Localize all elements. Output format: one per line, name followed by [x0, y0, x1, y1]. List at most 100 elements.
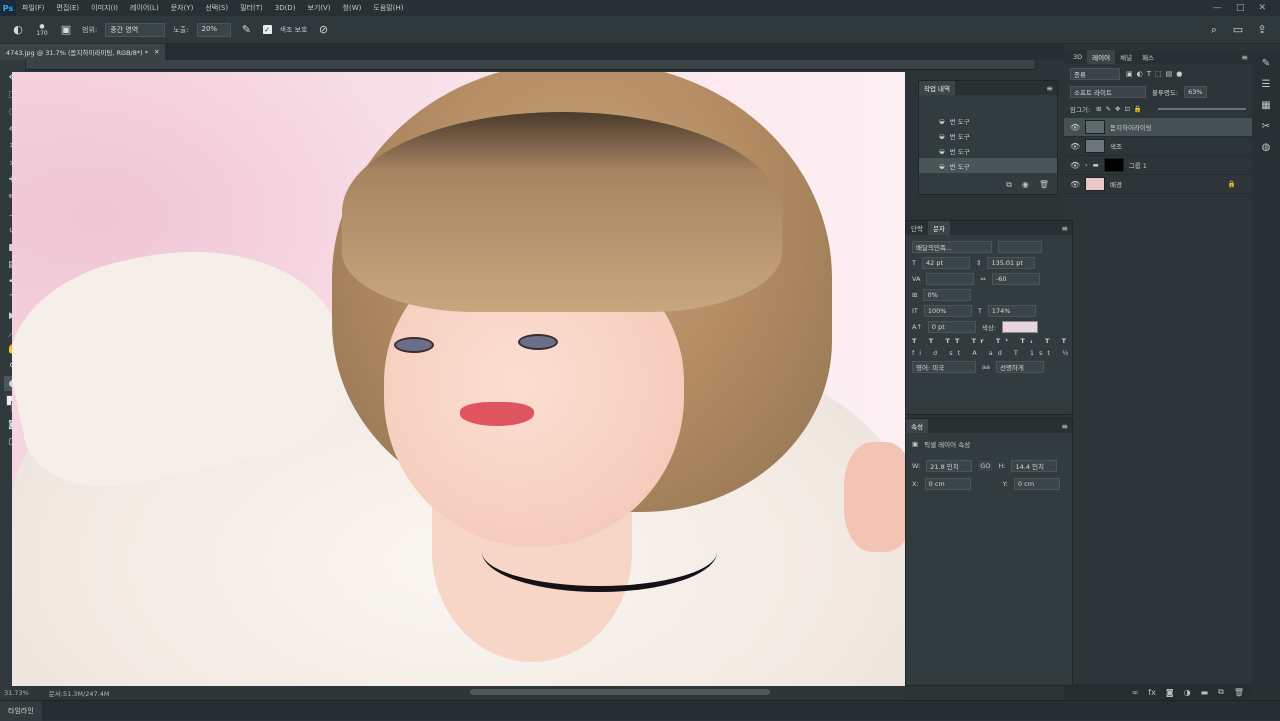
close-icon[interactable]: ✕	[154, 48, 159, 56]
layer-row-active[interactable]: 👁 돋지하이라이팅	[1064, 118, 1252, 137]
menu-edit[interactable]: 편집(E)	[50, 3, 85, 13]
leading-field[interactable]: 135.01 pt	[987, 257, 1036, 269]
blend-mode-select[interactable]: 소프트 라이트	[1070, 86, 1146, 98]
tracking-field[interactable]: -60	[991, 273, 1040, 285]
maximize-button[interactable]: □	[1236, 3, 1245, 13]
lock-icons[interactable]: ⊞✎✥⊡🔒	[1096, 105, 1146, 113]
kerning-icon: VA	[912, 275, 921, 283]
tab-history[interactable]: 작업 내역	[919, 81, 955, 95]
new-layer-icon[interactable]: ⧉	[1218, 687, 1224, 697]
adjustments-dock-icon[interactable]: ☰	[1262, 79, 1271, 90]
swatches-dock-icon[interactable]: ▦	[1261, 100, 1270, 111]
filter-icons[interactable]: ▣◐T⬚▤●	[1126, 70, 1186, 78]
menu-file[interactable]: 파일(F)	[16, 3, 50, 13]
airbrush-icon[interactable]: ✎	[239, 22, 255, 38]
history-item[interactable]: ◒ 번 도구	[919, 143, 1057, 158]
opacity-field[interactable]: 63%	[1184, 86, 1207, 98]
layer-row[interactable]: 👁 색조	[1064, 137, 1252, 156]
tab-channels[interactable]: 채널	[1115, 50, 1137, 64]
pressure-icon[interactable]: ⊘	[316, 22, 332, 38]
tab-layers[interactable]: 레이어	[1087, 50, 1116, 64]
eye-icon[interactable]: 👁	[1070, 142, 1080, 151]
link-dimensions-button[interactable]: GO	[978, 461, 993, 471]
language-select[interactable]: 영어: 미국	[912, 361, 976, 373]
x-field[interactable]: 0 cm	[924, 478, 971, 490]
workspace-icon[interactable]: ▭	[1230, 22, 1246, 38]
layer-row-background[interactable]: 👁 배경 🔒	[1064, 175, 1252, 194]
kerning-field[interactable]	[926, 273, 975, 285]
fx-icon[interactable]: fx	[1148, 688, 1156, 697]
menu-select[interactable]: 선택(S)	[199, 3, 234, 13]
menu-help[interactable]: 도움말(H)	[367, 3, 409, 13]
snapshot-icon[interactable]: ◉	[1022, 180, 1029, 190]
history-item[interactable]: ◒ 번 도구	[919, 128, 1057, 143]
chevron-right-icon[interactable]: ›	[1085, 161, 1088, 169]
history-item-active[interactable]: ◒ 번 도구	[919, 158, 1057, 173]
panel-menu-icon[interactable]: ≡	[1061, 422, 1072, 431]
libraries-dock-icon[interactable]: ◍	[1262, 142, 1271, 153]
layer-name: 배경	[1110, 181, 1122, 189]
faux-styles-buttons[interactable]: T T TT Tr T¹ T₁ T T	[912, 337, 1071, 345]
eye-icon[interactable]: 👁	[1070, 161, 1080, 170]
panel-menu-icon[interactable]: ≡	[1241, 53, 1252, 62]
brush-preset-picker[interactable]: ● 170	[34, 22, 50, 38]
opentype-buttons[interactable]: fi ơ st A ad T 1st ½	[912, 349, 1073, 357]
tab-properties[interactable]: 속성	[906, 419, 928, 433]
tab-character[interactable]: 문자	[927, 221, 950, 235]
brush-settings-dock-icon[interactable]: ✎	[1262, 58, 1270, 69]
search-icon[interactable]: ⌕	[1206, 22, 1222, 38]
range-select[interactable]: 중간 영역	[105, 22, 166, 37]
adjustment-icon[interactable]: ◑	[1184, 688, 1191, 697]
eye-icon[interactable]: 👁	[1070, 123, 1080, 132]
menu-type[interactable]: 문자(Y)	[165, 3, 200, 13]
group-mask-thumbnail	[1103, 158, 1124, 172]
tools-dock-icon[interactable]: ✂	[1262, 121, 1270, 132]
antialias-select[interactable]: 선명하게	[995, 361, 1044, 373]
document-tab[interactable]: 4743.jpg @ 31.7% (돋지하이라이팅, RGB/8*) * ✕	[0, 44, 166, 60]
exposure-field[interactable]: 20%	[196, 22, 231, 37]
menu-filter[interactable]: 필터(T)	[234, 3, 269, 13]
horizontal-scale-field[interactable]: 174%	[987, 305, 1036, 317]
font-size-field[interactable]: 42 pt	[921, 257, 970, 269]
panel-menu-icon[interactable]: ≡	[1046, 84, 1057, 93]
font-style-select[interactable]	[998, 241, 1042, 253]
close-window-button[interactable]: ✕	[1258, 3, 1266, 13]
new-document-icon[interactable]: ⧉	[1006, 180, 1012, 190]
tab-paragraph[interactable]: 단락	[906, 221, 928, 235]
trash-icon[interactable]: 🗑	[1039, 180, 1049, 190]
zoom-level[interactable]: 31.73%	[4, 689, 29, 697]
scrollbar-thumb[interactable]	[470, 689, 770, 695]
vertical-scale-field[interactable]: 100%	[923, 305, 972, 317]
text-color-swatch[interactable]	[1002, 321, 1039, 333]
trash-icon[interactable]: 🗑	[1234, 688, 1244, 697]
minimize-button[interactable]: —	[1213, 3, 1222, 13]
menu-layer[interactable]: 레이어(L)	[124, 3, 165, 13]
fill-slider[interactable]	[1158, 108, 1246, 110]
menu-window[interactable]: 창(W)	[337, 3, 368, 13]
layer-group-row[interactable]: 👁 › ▬ 그룹 1	[1064, 156, 1252, 175]
folder-icon[interactable]: ▬	[1201, 688, 1209, 697]
tab-paths[interactable]: 패스	[1137, 50, 1159, 64]
mask-icon[interactable]: ◙	[1166, 688, 1174, 697]
tab-3d[interactable]: 3D	[1068, 50, 1087, 64]
y-field[interactable]: 0 cm	[1013, 478, 1060, 490]
tsume-field[interactable]: 0%	[923, 289, 972, 301]
protect-tones-checkbox[interactable]: ✓	[262, 25, 272, 34]
eye-icon[interactable]: 👁	[1070, 180, 1080, 189]
menu-view[interactable]: 보기(V)	[301, 3, 336, 13]
height-field[interactable]: 14.4 인치	[1011, 460, 1058, 472]
timeline-tab[interactable]: 타임라인	[0, 701, 42, 721]
document-canvas[interactable]	[12, 72, 905, 686]
layer-filter-select[interactable]: 종류	[1070, 68, 1120, 80]
width-field[interactable]: 21.8 인치	[926, 460, 973, 472]
panel-menu-icon[interactable]: ≡	[1061, 224, 1072, 233]
brush-settings-icon[interactable]: ▣	[58, 22, 74, 38]
menu-3d[interactable]: 3D(D)	[269, 4, 302, 12]
history-item[interactable]: ◒ 번 도구	[919, 113, 1057, 128]
link-icon[interactable]: ∞	[1132, 688, 1139, 697]
font-family-select[interactable]: 배달의민족...	[912, 241, 992, 253]
menu-image[interactable]: 이미지(I)	[85, 3, 124, 13]
share-icon[interactable]: ⇪	[1254, 22, 1270, 38]
baseline-field[interactable]: 0 pt	[927, 321, 976, 333]
dodge-tool-icon[interactable]: ◐	[10, 22, 26, 38]
